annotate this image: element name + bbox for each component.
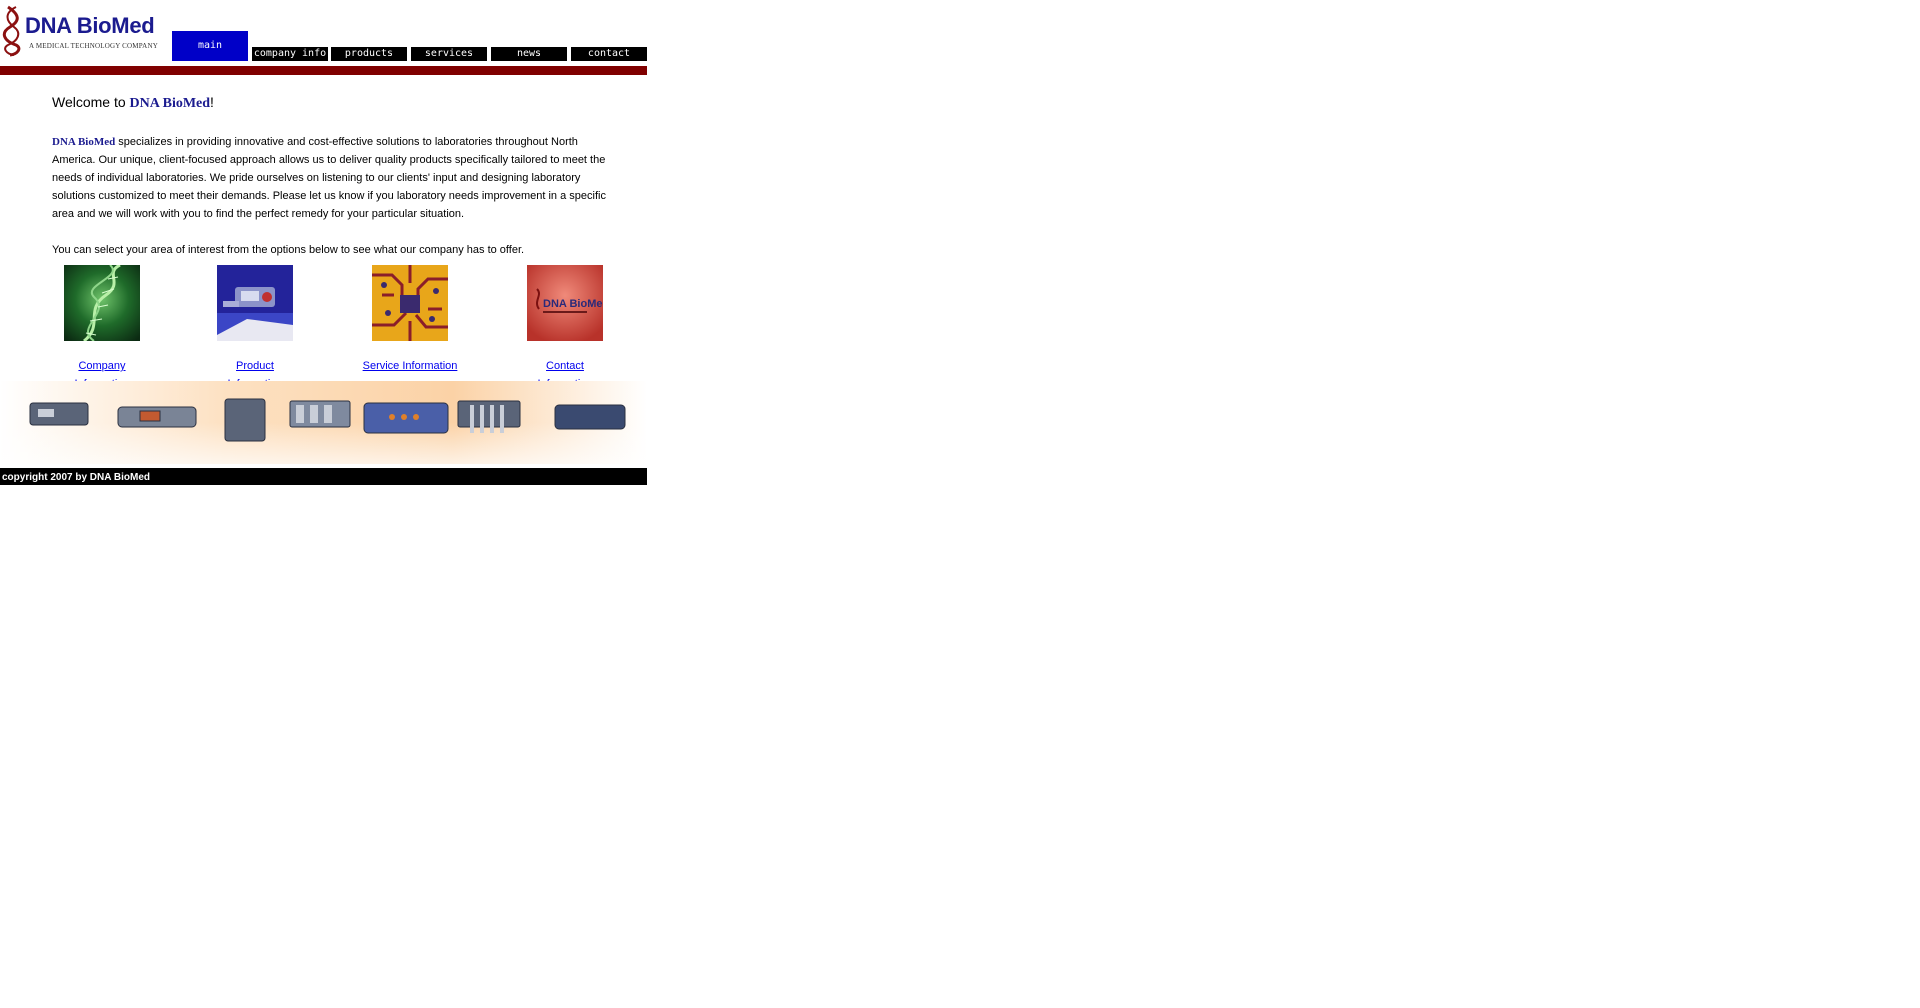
service-link-line1: Service Information <box>362 360 458 372</box>
welcome-heading: Welcome to DNA BioMed! <box>52 93 612 113</box>
office-sign-thumbnail-image[interactable]: DNA BioMed <box>527 265 603 341</box>
welcome-prefix: Welcome to <box>52 94 130 110</box>
main-content: Welcome to DNA BioMed! DNA BioMed specia… <box>52 93 612 259</box>
site-container: DNA BioMed A MEDICAL TECHNOLOGY COMPANY … <box>0 0 647 485</box>
company-link-line1: Company <box>78 360 126 372</box>
section-thumbnails: DNA BioMed CompanyInformation ProductInf… <box>0 265 647 395</box>
circuit-thumbnail-image[interactable] <box>372 265 448 341</box>
footer: copyright 2007 by DNA BioMed <box>0 468 647 485</box>
dna-helix-icon <box>2 5 21 57</box>
intro-text: specializes in providing innovative and … <box>52 136 606 220</box>
nav-main[interactable]: main <box>172 31 248 61</box>
nav-contact[interactable]: contact <box>571 47 647 61</box>
lab-equipment-banner-image <box>0 381 647 464</box>
dna-thumbnail-image[interactable] <box>64 265 140 341</box>
nav-news[interactable]: news <box>491 47 567 61</box>
welcome-brand: DNA BioMed <box>129 96 211 111</box>
logo[interactable]: DNA BioMed A MEDICAL TECHNOLOGY COMPANY <box>2 5 170 60</box>
nav-services[interactable]: services <box>411 47 487 61</box>
nav-company-info[interactable]: company info <box>252 47 328 61</box>
logo-brand: DNA BioMed <box>25 13 155 38</box>
welcome-suffix: ! <box>210 94 214 110</box>
office-sign-text: DNA BioMed <box>543 298 603 310</box>
intro-brand: DNA BioMed <box>52 136 116 148</box>
intro-paragraph: DNA BioMed specializes in providing inno… <box>52 133 612 223</box>
copyright-text: copyright 2007 by DNA BioMed <box>2 472 150 483</box>
service-information-link[interactable]: Service Information <box>340 357 480 375</box>
contact-link-line1: Contact <box>546 360 584 372</box>
product-link-line1: Product <box>236 360 274 372</box>
header: DNA BioMed A MEDICAL TECHNOLOGY COMPANY … <box>0 0 647 66</box>
logo-tagline: A MEDICAL TECHNOLOGY COMPANY <box>29 42 158 50</box>
accent-bar <box>0 66 647 75</box>
select-instruction: You can select your area of interest fro… <box>52 244 525 256</box>
equipment-thumbnail-image[interactable] <box>217 265 293 341</box>
nav-products[interactable]: products <box>331 47 407 61</box>
